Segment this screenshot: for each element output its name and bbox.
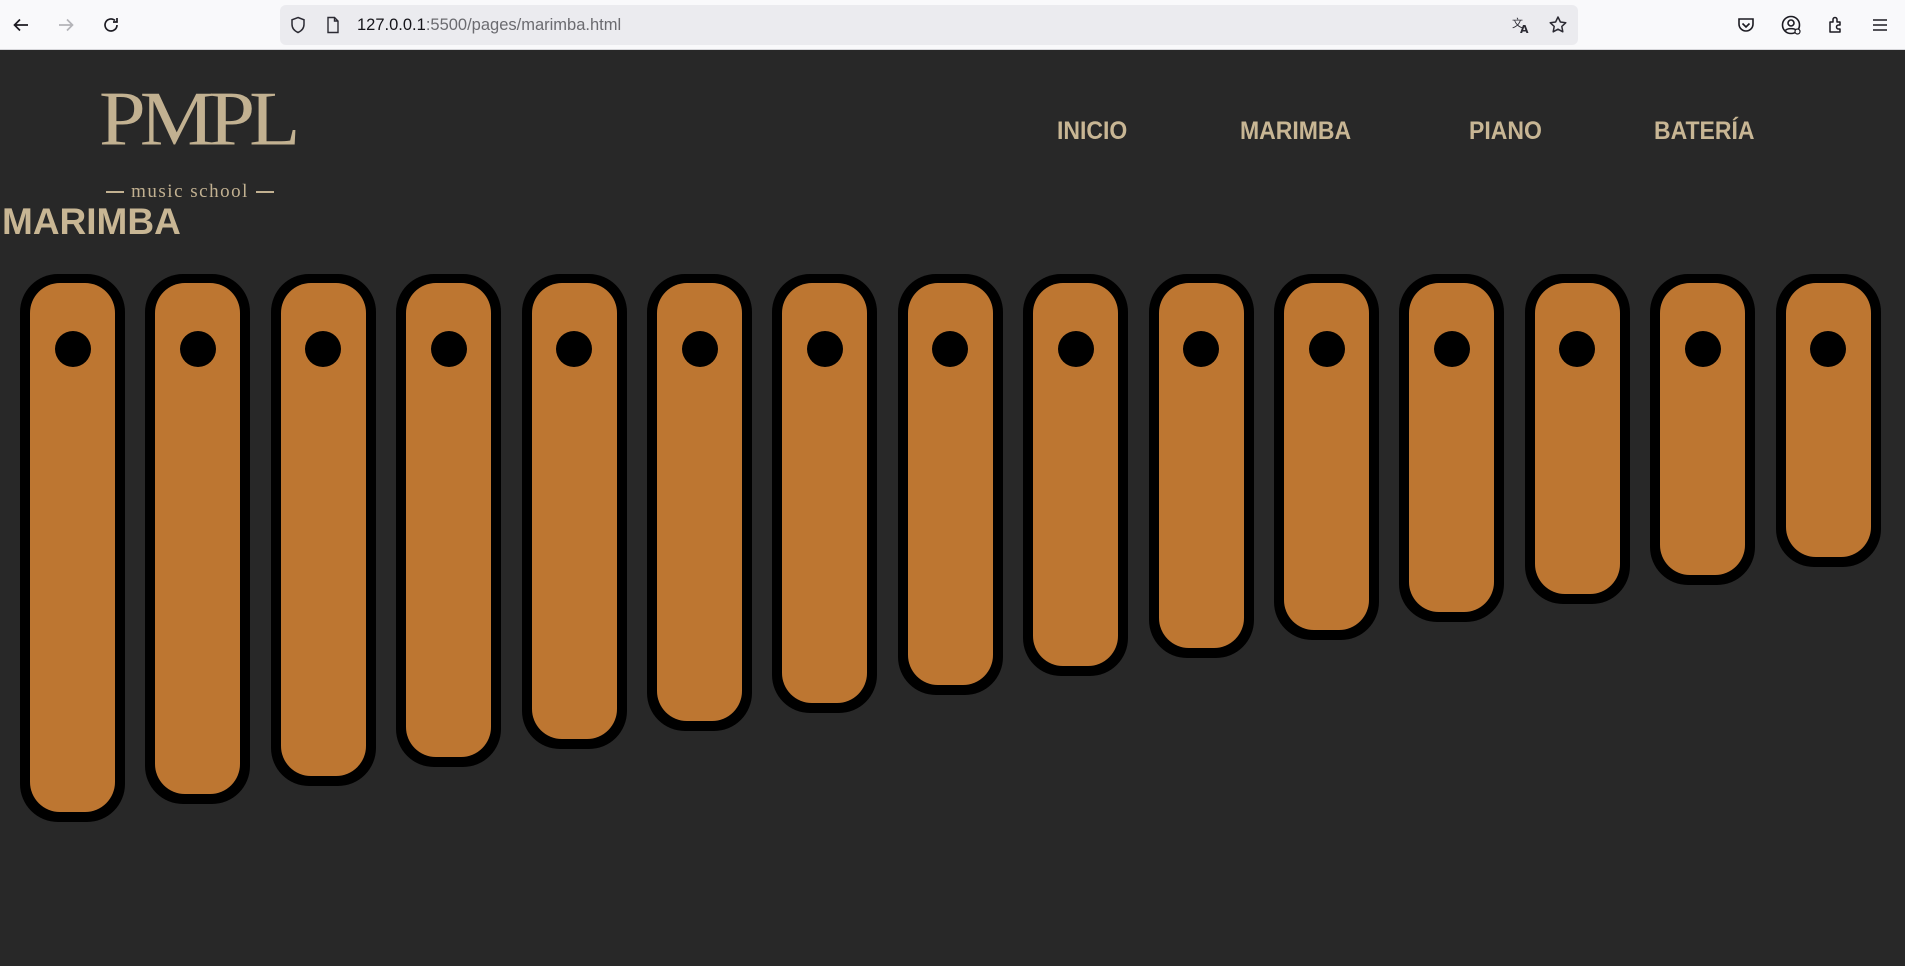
logo-dash-right: [255, 191, 274, 193]
marimba-key-wood: [1785, 283, 1871, 558]
marimba-key[interactable]: [772, 274, 878, 713]
reload-icon[interactable]: [95, 9, 127, 41]
marimba-key[interactable]: [270, 274, 376, 786]
svg-text:A: A: [1520, 23, 1529, 35]
nav-link-inicio[interactable]: INICIO: [1057, 117, 1127, 146]
marimba-key-hole: [54, 331, 91, 367]
marimba-key-wood: [1158, 283, 1244, 649]
marimba-key-wood: [657, 283, 742, 721]
page-icon[interactable]: [323, 15, 343, 35]
nav-link-piano[interactable]: PIANO: [1469, 117, 1542, 146]
forward-arrow-icon[interactable]: [50, 9, 82, 41]
marimba-key-hole: [806, 331, 843, 367]
menu-icon[interactable]: [1864, 9, 1896, 41]
marimba-key-wood: [1534, 283, 1620, 594]
url-path: :5500/pages/marimba.html: [425, 16, 622, 34]
marimba-key-hole: [1183, 331, 1220, 367]
address-bar[interactable]: 127.0.0.1:5500/pages/marimba.html 文A: [280, 5, 1578, 45]
logo-subtitle: music school: [131, 181, 249, 202]
marimba-key-hole: [681, 331, 718, 367]
url-text[interactable]: 127.0.0.1:5500/pages/marimba.html: [357, 16, 621, 35]
marimba-key-hole: [1308, 331, 1345, 367]
marimba-key-wood: [531, 283, 617, 740]
marimba-key-hole: [305, 331, 342, 367]
logo-wordmark: PMPL: [99, 76, 300, 162]
marimba-key[interactable]: [20, 274, 125, 822]
marimba-key[interactable]: [1023, 274, 1129, 677]
nav-link-bateria[interactable]: BATERÍA: [1654, 117, 1755, 146]
shield-icon[interactable]: [288, 15, 308, 35]
extensions-icon[interactable]: [1820, 9, 1852, 41]
marimba-key[interactable]: [1399, 274, 1505, 622]
marimba-key-hole: [556, 331, 593, 367]
marimba-key[interactable]: [1775, 274, 1881, 568]
marimba-key[interactable]: [1148, 274, 1254, 659]
page: PMPL music school INICIO MARIMBA PIANO B…: [0, 51, 1905, 966]
star-icon[interactable]: [1548, 15, 1568, 35]
marimba-key[interactable]: [897, 274, 1003, 695]
marimba-key[interactable]: [396, 274, 502, 768]
marimba-key-hole: [1057, 331, 1094, 367]
page-title: MARIMBA: [2, 201, 181, 242]
nav-link-marimba[interactable]: MARIMBA: [1240, 117, 1351, 146]
marimba-key-wood: [155, 283, 241, 794]
marimba-key[interactable]: [145, 274, 251, 804]
marimba-key-wood: [1033, 283, 1119, 667]
logo-dash-left: [106, 191, 125, 193]
marimba-key[interactable]: [1274, 274, 1379, 640]
marimba-key[interactable]: [1650, 274, 1756, 586]
marimba-key[interactable]: [1524, 274, 1630, 604]
marimba-key-hole: [1810, 331, 1847, 367]
marimba-key-wood: [30, 283, 115, 812]
marimba-key-hole: [1559, 331, 1596, 367]
url-host: 127.0.0.1: [357, 16, 426, 34]
translate-icon[interactable]: 文A: [1511, 15, 1531, 35]
marimba-key-wood: [782, 283, 868, 703]
marimba-key-hole: [932, 331, 969, 367]
marimba-key-hole: [1684, 331, 1721, 367]
marimba-key-wood: [1284, 283, 1369, 630]
marimba-key-wood: [907, 283, 993, 685]
marimba-key-wood: [1409, 283, 1495, 612]
back-arrow-icon[interactable]: [5, 9, 37, 41]
marimba-key-hole: [1433, 331, 1470, 367]
marimba-key-wood: [406, 283, 492, 758]
account-icon[interactable]: [1775, 9, 1807, 41]
marimba-key-hole: [430, 331, 467, 367]
pocket-icon[interactable]: [1730, 9, 1762, 41]
marimba-key-wood: [280, 283, 366, 776]
marimba-key-hole: [179, 331, 216, 367]
marimba-key[interactable]: [647, 274, 752, 731]
browser-toolbar: 127.0.0.1:5500/pages/marimba.html 文A: [0, 0, 1905, 50]
pmpl-logo[interactable]: PMPL music school: [99, 76, 300, 202]
marimba-key-wood: [1660, 283, 1746, 576]
marimba-key[interactable]: [521, 274, 627, 750]
logo-tagline: music school: [99, 181, 281, 203]
